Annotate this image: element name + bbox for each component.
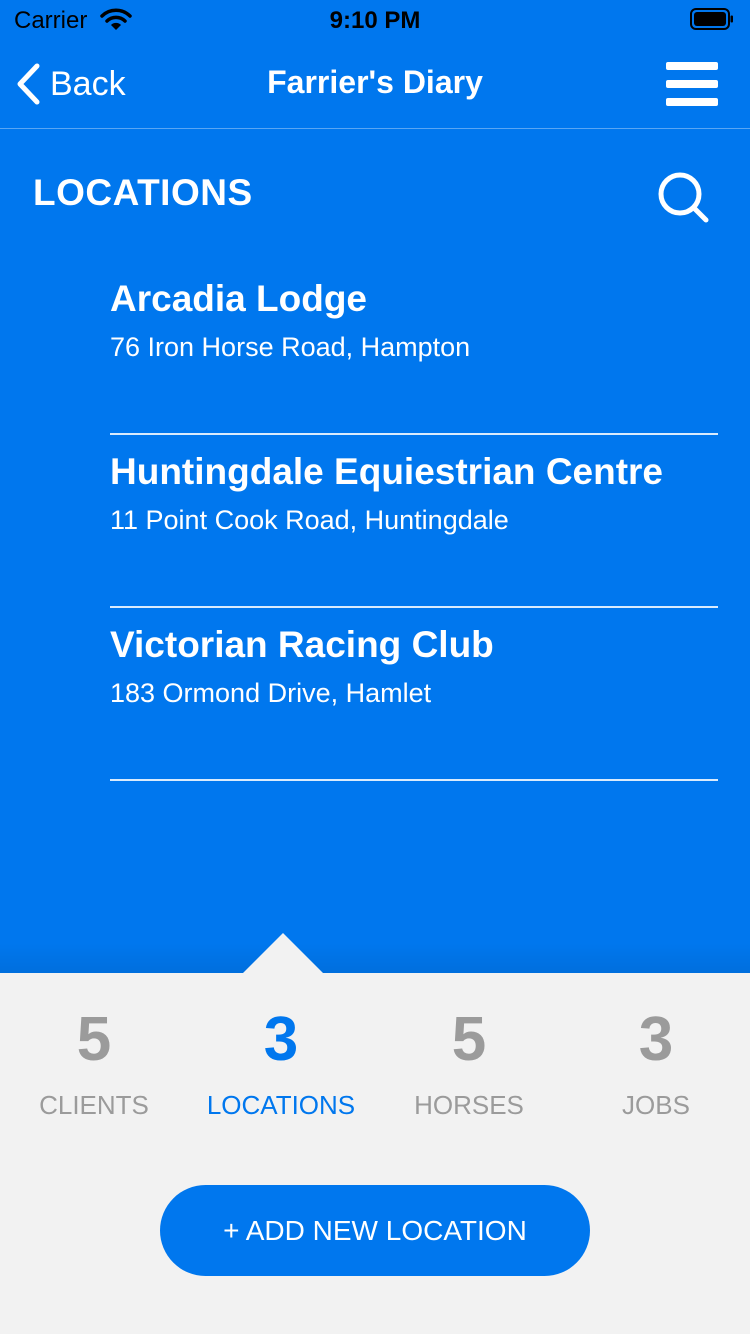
navigation-bar: Back Farrier's Diary — [0, 40, 750, 129]
stat-jobs[interactable]: 3 JOBS — [562, 1000, 750, 1121]
stat-label: HORSES — [414, 1090, 524, 1120]
stats-bar: 5 CLIENTS 3 LOCATIONS 5 HORSES 3 JOBS — [0, 1000, 750, 1130]
stat-count: 3 — [263, 1005, 299, 1074]
list-item[interactable]: Arcadia Lodge 76 Iron Horse Road, Hampto… — [110, 262, 718, 435]
search-icon[interactable] — [656, 170, 710, 224]
location-address: 76 Iron Horse Road, Hampton — [110, 332, 471, 362]
location-name: Huntingdale Equiestrian Centre — [110, 451, 664, 492]
stat-locations[interactable]: 3 LOCATIONS — [187, 1000, 375, 1121]
app-title: Farrier's Diary — [267, 64, 483, 100]
panel-shadow — [0, 943, 750, 973]
battery-icon — [690, 8, 733, 30]
stat-count: 5 — [451, 1005, 487, 1074]
active-tab-pointer — [243, 933, 323, 973]
stat-count: 3 — [638, 1005, 674, 1074]
hamburger-menu-icon[interactable] — [666, 62, 718, 106]
locations-list: Arcadia Lodge 76 Iron Horse Road, Hampto… — [110, 262, 718, 781]
location-address: 11 Point Cook Road, Huntingdale — [110, 505, 509, 535]
location-name: Victorian Racing Club — [110, 624, 494, 665]
location-name: Arcadia Lodge — [110, 278, 367, 319]
status-bar: Carrier 9:10 PM — [0, 0, 750, 40]
stat-clients[interactable]: 5 CLIENTS — [0, 1000, 188, 1121]
section-title: LOCATIONS — [33, 172, 253, 213]
list-item[interactable]: Victorian Racing Club 183 Ormond Drive, … — [110, 608, 718, 781]
add-new-location-button[interactable]: + ADD NEW LOCATION — [160, 1185, 590, 1276]
stat-horses[interactable]: 5 HORSES — [375, 1000, 563, 1121]
clock: 9:10 PM — [329, 7, 421, 34]
stat-label: LOCATIONS — [206, 1090, 356, 1120]
stat-label: JOBS — [622, 1090, 690, 1120]
list-item[interactable]: Huntingdale Equiestrian Centre 11 Point … — [110, 435, 718, 608]
location-address: 183 Ormond Drive, Hamlet — [110, 678, 432, 708]
stat-label: CLIENTS — [39, 1090, 149, 1120]
stat-count: 5 — [76, 1005, 112, 1074]
